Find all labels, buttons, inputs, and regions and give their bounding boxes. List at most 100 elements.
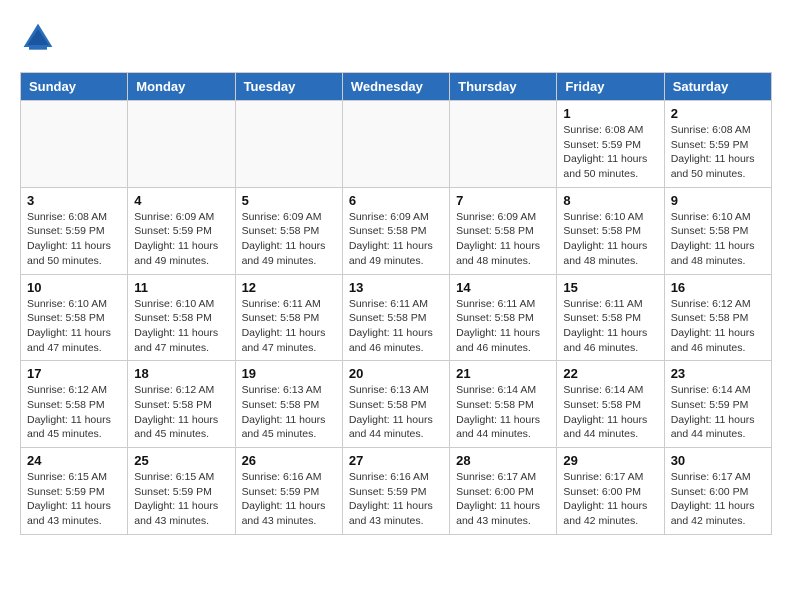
day-info: Sunrise: 6:16 AM Sunset: 5:59 PM Dayligh… (242, 470, 336, 529)
day-info: Sunrise: 6:14 AM Sunset: 5:59 PM Dayligh… (671, 383, 765, 442)
calendar-week-row: 17 Sunrise: 6:12 AM Sunset: 5:58 PM Dayli… (21, 361, 772, 448)
calendar-cell: 6 Sunrise: 6:09 AM Sunset: 5:58 PM Daylig… (342, 187, 449, 274)
day-info: Sunrise: 6:12 AM Sunset: 5:58 PM Dayligh… (27, 383, 121, 442)
day-number: 11 (134, 280, 228, 295)
weekday-header: Friday (557, 73, 664, 101)
day-number: 6 (349, 193, 443, 208)
day-info: Sunrise: 6:10 AM Sunset: 5:58 PM Dayligh… (27, 297, 121, 356)
calendar-cell: 23 Sunrise: 6:14 AM Sunset: 5:59 PM Dayli… (664, 361, 771, 448)
calendar-week-row: 1 Sunrise: 6:08 AM Sunset: 5:59 PM Daylig… (21, 101, 772, 188)
day-number: 19 (242, 366, 336, 381)
calendar-cell: 13 Sunrise: 6:11 AM Sunset: 5:58 PM Dayli… (342, 274, 449, 361)
day-info: Sunrise: 6:17 AM Sunset: 6:00 PM Dayligh… (671, 470, 765, 529)
day-info: Sunrise: 6:13 AM Sunset: 5:58 PM Dayligh… (349, 383, 443, 442)
day-info: Sunrise: 6:15 AM Sunset: 5:59 PM Dayligh… (134, 470, 228, 529)
calendar-cell: 20Sunrise: 6:13 AM Sunset: 5:58 PM Dayli… (342, 361, 449, 448)
day-number: 14 (456, 280, 550, 295)
calendar-cell: 19 Sunrise: 6:13 AM Sunset: 5:58 PM Dayli… (235, 361, 342, 448)
day-info: Sunrise: 6:08 AM Sunset: 5:59 PM Dayligh… (563, 123, 657, 182)
day-number: 7 (456, 193, 550, 208)
day-info: Sunrise: 6:17 AM Sunset: 6:00 PM Dayligh… (456, 470, 550, 529)
day-info: Sunrise: 6:09 AM Sunset: 5:58 PM Dayligh… (456, 210, 550, 269)
calendar-cell: 25 Sunrise: 6:15 AM Sunset: 5:59 PM Dayli… (128, 448, 235, 535)
day-info: Sunrise: 6:09 AM Sunset: 5:58 PM Dayligh… (349, 210, 443, 269)
page-header (20, 20, 772, 56)
day-info: Sunrise: 6:11 AM Sunset: 5:58 PM Dayligh… (456, 297, 550, 356)
calendar-cell: 18Sunrise: 6:12 AM Sunset: 5:58 PM Dayli… (128, 361, 235, 448)
calendar-cell (128, 101, 235, 188)
day-number: 3 (27, 193, 121, 208)
day-info: Sunrise: 6:11 AM Sunset: 5:58 PM Dayligh… (349, 297, 443, 356)
day-number: 13 (349, 280, 443, 295)
day-info: Sunrise: 6:10 AM Sunset: 5:58 PM Dayligh… (563, 210, 657, 269)
day-info: Sunrise: 6:08 AM Sunset: 5:59 PM Dayligh… (27, 210, 121, 269)
day-number: 10 (27, 280, 121, 295)
weekday-header-row: SundayMondayTuesdayWednesdayThursdayFrid… (21, 73, 772, 101)
weekday-header: Tuesday (235, 73, 342, 101)
day-number: 5 (242, 193, 336, 208)
day-number: 24 (27, 453, 121, 468)
day-number: 8 (563, 193, 657, 208)
day-number: 27 (349, 453, 443, 468)
calendar-week-row: 10 Sunrise: 6:10 AM Sunset: 5:58 PM Dayli… (21, 274, 772, 361)
day-info: Sunrise: 6:10 AM Sunset: 5:58 PM Dayligh… (671, 210, 765, 269)
day-info: Sunrise: 6:16 AM Sunset: 5:59 PM Dayligh… (349, 470, 443, 529)
calendar-cell: 12Sunrise: 6:11 AM Sunset: 5:58 PM Dayli… (235, 274, 342, 361)
calendar-cell: 28 Sunrise: 6:17 AM Sunset: 6:00 PM Dayli… (450, 448, 557, 535)
day-number: 21 (456, 366, 550, 381)
day-info: Sunrise: 6:15 AM Sunset: 5:59 PM Dayligh… (27, 470, 121, 529)
weekday-header: Wednesday (342, 73, 449, 101)
logo-icon (20, 20, 56, 56)
day-number: 2 (671, 106, 765, 121)
calendar-cell: 14 Sunrise: 6:11 AM Sunset: 5:58 PM Dayli… (450, 274, 557, 361)
day-number: 28 (456, 453, 550, 468)
day-number: 12 (242, 280, 336, 295)
calendar-cell: 27 Sunrise: 6:16 AM Sunset: 5:59 PM Dayli… (342, 448, 449, 535)
calendar-cell (21, 101, 128, 188)
calendar-cell: 9Sunrise: 6:10 AM Sunset: 5:58 PM Daylig… (664, 187, 771, 274)
calendar-cell (450, 101, 557, 188)
calendar-cell: 16 Sunrise: 6:12 AM Sunset: 5:58 PM Dayli… (664, 274, 771, 361)
calendar-cell: 26Sunrise: 6:16 AM Sunset: 5:59 PM Dayli… (235, 448, 342, 535)
calendar-cell: 10 Sunrise: 6:10 AM Sunset: 5:58 PM Dayli… (21, 274, 128, 361)
calendar-cell (342, 101, 449, 188)
calendar-week-row: 3 Sunrise: 6:08 AM Sunset: 5:59 PM Daylig… (21, 187, 772, 274)
calendar-cell: 17 Sunrise: 6:12 AM Sunset: 5:58 PM Dayli… (21, 361, 128, 448)
day-info: Sunrise: 6:12 AM Sunset: 5:58 PM Dayligh… (671, 297, 765, 356)
day-info: Sunrise: 6:10 AM Sunset: 5:58 PM Dayligh… (134, 297, 228, 356)
day-info: Sunrise: 6:09 AM Sunset: 5:59 PM Dayligh… (134, 210, 228, 269)
calendar-cell: 30 Sunrise: 6:17 AM Sunset: 6:00 PM Dayli… (664, 448, 771, 535)
day-number: 30 (671, 453, 765, 468)
calendar-cell: 2 Sunrise: 6:08 AM Sunset: 5:59 PM Daylig… (664, 101, 771, 188)
weekday-header: Monday (128, 73, 235, 101)
day-info: Sunrise: 6:13 AM Sunset: 5:58 PM Dayligh… (242, 383, 336, 442)
day-info: Sunrise: 6:17 AM Sunset: 6:00 PM Dayligh… (563, 470, 657, 529)
calendar-cell: 22Sunrise: 6:14 AM Sunset: 5:58 PM Dayli… (557, 361, 664, 448)
calendar-cell: 3 Sunrise: 6:08 AM Sunset: 5:59 PM Daylig… (21, 187, 128, 274)
logo (20, 20, 60, 56)
calendar-cell (235, 101, 342, 188)
day-number: 23 (671, 366, 765, 381)
day-info: Sunrise: 6:09 AM Sunset: 5:58 PM Dayligh… (242, 210, 336, 269)
calendar-cell: 5 Sunrise: 6:09 AM Sunset: 5:58 PM Daylig… (235, 187, 342, 274)
weekday-header: Thursday (450, 73, 557, 101)
calendar-cell: 24 Sunrise: 6:15 AM Sunset: 5:59 PM Dayli… (21, 448, 128, 535)
calendar-week-row: 24 Sunrise: 6:15 AM Sunset: 5:59 PM Dayli… (21, 448, 772, 535)
calendar-cell: 11 Sunrise: 6:10 AM Sunset: 5:58 PM Dayli… (128, 274, 235, 361)
day-info: Sunrise: 6:14 AM Sunset: 5:58 PM Dayligh… (456, 383, 550, 442)
day-info: Sunrise: 6:08 AM Sunset: 5:59 PM Dayligh… (671, 123, 765, 182)
day-number: 22 (563, 366, 657, 381)
calendar-table: SundayMondayTuesdayWednesdayThursdayFrid… (20, 72, 772, 535)
calendar-cell: 21 Sunrise: 6:14 AM Sunset: 5:58 PM Dayli… (450, 361, 557, 448)
day-number: 25 (134, 453, 228, 468)
day-number: 29 (563, 453, 657, 468)
weekday-header: Sunday (21, 73, 128, 101)
day-number: 1 (563, 106, 657, 121)
day-number: 17 (27, 366, 121, 381)
day-number: 16 (671, 280, 765, 295)
calendar-cell: 4Sunrise: 6:09 AM Sunset: 5:59 PM Daylig… (128, 187, 235, 274)
calendar-cell: 29 Sunrise: 6:17 AM Sunset: 6:00 PM Dayli… (557, 448, 664, 535)
day-info: Sunrise: 6:11 AM Sunset: 5:58 PM Dayligh… (563, 297, 657, 356)
calendar-cell: 7 Sunrise: 6:09 AM Sunset: 5:58 PM Daylig… (450, 187, 557, 274)
calendar-cell: 1 Sunrise: 6:08 AM Sunset: 5:59 PM Daylig… (557, 101, 664, 188)
